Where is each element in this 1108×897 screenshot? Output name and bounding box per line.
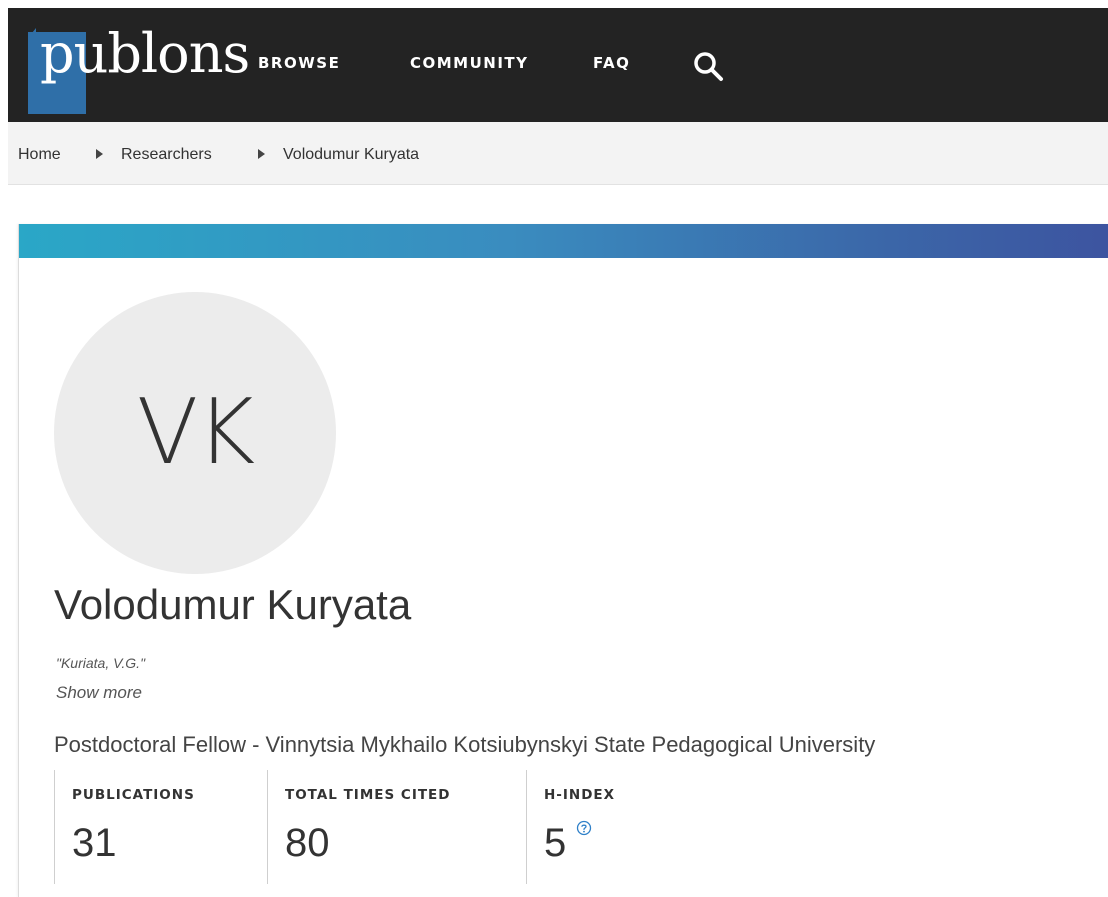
researcher-alias: "Kuriata, V.G." (56, 655, 146, 671)
logo-text: publons (40, 22, 250, 85)
publons-logo[interactable]: publons (18, 16, 250, 114)
nav-browse-link[interactable]: BROWSE (258, 54, 340, 72)
show-more-link[interactable]: Show more (56, 683, 142, 703)
profile-banner (19, 224, 1108, 258)
page: publons BROWSE COMMUNITY FAQ Home Resear… (0, 0, 1108, 897)
nav-community-link[interactable]: COMMUNITY (410, 54, 529, 72)
profile-card: VK Volodumur Kuryata "Kuriata, V.G." Sho… (18, 224, 1108, 897)
metric-publications-value: 31 (72, 821, 117, 865)
breadcrumb: Home Researchers Volodumur Kuryata (8, 122, 1108, 185)
metric-h-index-label: H-INDEX (544, 787, 616, 803)
help-circle-icon[interactable] (576, 820, 592, 836)
metric-times-cited: TOTAL TIMES CITED 80 (267, 770, 526, 884)
search-icon[interactable] (692, 50, 724, 82)
avatar-initials: VK (136, 380, 256, 485)
metric-times-cited-label: TOTAL TIMES CITED (285, 787, 451, 803)
metric-publications-label: PUBLICATIONS (72, 787, 195, 803)
breadcrumb-separator-icon (96, 149, 103, 159)
breadcrumb-home-link[interactable]: Home (18, 146, 61, 164)
metric-h-index: H-INDEX 5 (526, 770, 727, 884)
researcher-position: Postdoctoral Fellow - Vinnytsia Mykhailo… (54, 732, 876, 757)
researcher-name: Volodumur Kuryata (54, 581, 412, 628)
metric-publications: PUBLICATIONS 31 (54, 770, 267, 884)
metric-times-cited-value: 80 (285, 821, 330, 865)
breadcrumb-current-page: Volodumur Kuryata (283, 146, 420, 163)
nav-faq-link[interactable]: FAQ (593, 54, 630, 72)
top-navigation-bar: publons BROWSE COMMUNITY FAQ (8, 8, 1108, 122)
breadcrumb-researchers-link[interactable]: Researchers (121, 146, 212, 164)
metric-h-index-value: 5 (544, 821, 567, 865)
breadcrumb-separator-icon (258, 149, 265, 159)
avatar: VK (54, 292, 336, 574)
